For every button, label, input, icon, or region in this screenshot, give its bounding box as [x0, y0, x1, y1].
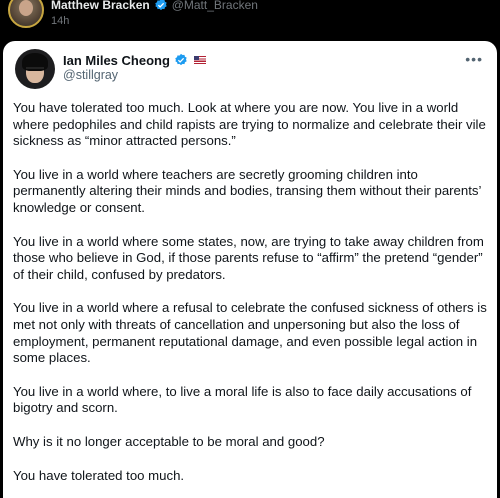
verified-badge-icon: [154, 0, 167, 11]
tweet-text: You have tolerated too much. Look at whe…: [13, 100, 489, 498]
tweet-view: Matthew Bracken @Matt_Bracken 14h Ian Mi…: [0, 0, 500, 498]
tweet-paragraph: You have tolerated too much.: [13, 467, 185, 483]
tweet-paragraph: Why is it no longer acceptable to be mor…: [13, 433, 325, 449]
outer-author-handle[interactable]: @Matt_Bracken: [172, 0, 258, 12]
verified-badge-icon: [175, 53, 187, 66]
outer-tweet-header: Matthew Bracken @Matt_Bracken 14h: [0, 0, 500, 40]
quoted-author-handle[interactable]: @stillgray: [63, 68, 118, 82]
tweet-paragraph: You live in a world where a refusal to c…: [13, 300, 487, 366]
timestamp[interactable]: 14h: [51, 15, 69, 27]
tweet-paragraph: You live in a world where teachers are s…: [13, 166, 481, 215]
outer-author-row: Matthew Bracken @Matt_Bracken: [51, 0, 258, 13]
more-options-icon[interactable]: •••: [465, 51, 483, 67]
avatar[interactable]: [15, 49, 55, 89]
quoted-author-name[interactable]: Ian Miles Cheong: [63, 53, 170, 68]
tweet-paragraph: You live in a world where some states, n…: [13, 233, 484, 282]
tweet-paragraph: You live in a world where, to live a mor…: [13, 383, 472, 416]
quoted-tweet-card[interactable]: Ian Miles Cheong @stillgray ••• You have…: [3, 41, 497, 498]
avatar-glasses: [26, 67, 44, 73]
us-flag-icon: [193, 56, 206, 64]
avatar[interactable]: [8, 0, 44, 28]
avatar-face: [19, 0, 33, 16]
tweet-paragraph: You have tolerated too much. Look at whe…: [13, 100, 486, 149]
quoted-author-row: Ian Miles Cheong: [63, 51, 206, 69]
outer-author-name[interactable]: Matthew Bracken: [51, 0, 150, 12]
